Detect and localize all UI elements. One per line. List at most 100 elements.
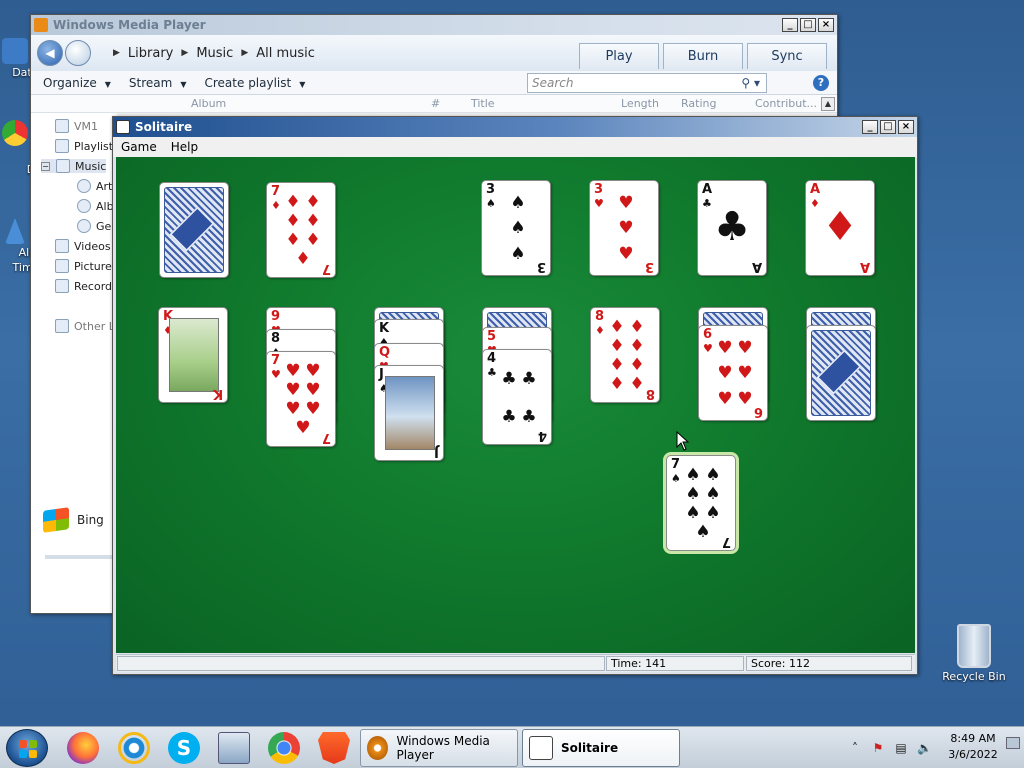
minimize-button[interactable]: _ [782,18,798,32]
taskbar-wmp[interactable]: Windows Media Player [360,729,518,767]
tableau-1-card[interactable]: K ♦ K [158,307,228,403]
waste-card[interactable]: 7 ♦ ♦ ♦ ♦ ♦ ♦ ♦ ♦ 7 [266,182,336,278]
horizontal-scrollbar[interactable] [45,555,115,559]
taskbar-solitaire[interactable]: Solitaire [522,729,680,767]
sidebar-item-other-libraries[interactable]: Other L [55,319,115,333]
action-center-icon[interactable]: ⚑ [871,741,885,755]
breadcrumb-all-music[interactable]: All music [256,46,315,61]
firefox-icon[interactable] [67,732,99,764]
card-rank: 5 [487,329,497,344]
desktop-icon-recycle-bin[interactable]: Recycle Bin [939,624,1009,683]
dragged-card[interactable]: 7 ♠ ♠ ♠ ♠ ♠ ♠ ♠ ♠ 7 [666,455,736,551]
internet-explorer-icon[interactable] [118,732,150,764]
help-icon[interactable]: ? [813,74,829,91]
sidebar-item-artist[interactable]: Arti [77,179,115,193]
tableau-7-facedown[interactable] [806,325,876,421]
foundation-4[interactable]: A ♦ ♦ A [805,180,875,276]
tab-sync[interactable]: Sync [747,43,827,69]
card-rank: 4 [487,351,497,366]
foundation-3[interactable]: A ♣ ♣ A [697,180,767,276]
breadcrumb: ▶ Library ▶ Music ▶ All music [105,46,315,61]
artist-icon [77,179,91,193]
menu-help[interactable]: Help [171,140,198,154]
menu-game[interactable]: Game [121,140,157,154]
card-pips: ♥ ♥ ♥ ♥ ♥ ♥ [717,338,753,409]
solitaire-title: Solitaire [135,120,193,134]
sidebar-item-pictures[interactable]: Pictures [55,259,118,273]
tableau-2-card-3[interactable]: 7 ♥ ♥ ♥ ♥ ♥ ♥ ♥ ♥ 7 [266,351,336,447]
card-rank: 6 [753,404,763,419]
game-table[interactable]: 7 ♦ ♦ ♦ ♦ ♦ ♦ ♦ ♦ 7 3 ♠ ♠ ♠ ♠ 3 3 ♥ ♥ ♥ ♥ 3 A ♣ ♣ … [116,157,915,653]
solitaire-titlebar[interactable]: Solitaire _ □ × [113,117,917,137]
dropdown-arrow-icon: ▼ [180,79,187,89]
column-rating[interactable]: Rating [681,97,716,110]
card-suit: ♠ [671,472,681,485]
stream-menu[interactable]: Stream ▼ [129,76,187,90]
start-button[interactable] [6,729,48,767]
foundation-2[interactable]: 3 ♥ ♥ ♥ ♥ 3 [589,180,659,276]
tableau-5-card[interactable]: 8 ♦ ♦ ♦ ♦ ♦ ♦ ♦ ♦ ♦ 8 [590,307,660,403]
card-rank: 3 [536,259,546,274]
clock[interactable]: 8:49 AM 3/6/2022 [940,731,1006,763]
forward-button[interactable] [65,40,91,66]
sidebar-item-vm1[interactable]: VM1 [55,119,98,133]
search-icon[interactable]: ⚲ ▾ [741,74,760,92]
card-rank: 7 [271,353,281,368]
tab-burn[interactable]: Burn [663,43,743,69]
card-rank: J [379,367,384,382]
maximize-button[interactable]: □ [880,120,896,134]
card-rank: A [810,182,821,197]
breadcrumb-music[interactable]: Music [196,46,233,61]
bing-link[interactable]: Bing [43,507,104,533]
maximize-button[interactable]: □ [800,18,816,32]
sidebar-item-recorded-tv[interactable]: Recorde [55,279,119,293]
dropdown-arrow-icon: ▼ [299,79,306,89]
sidebar-label: Music [75,159,107,173]
chrome-icon[interactable] [268,732,300,764]
volume-icon[interactable]: 🔈 [917,741,932,755]
clock-date: 3/6/2022 [948,748,998,761]
close-button[interactable]: × [898,120,914,134]
card-center-pip: ♣ [714,204,750,250]
tab-play[interactable]: Play [579,43,659,69]
solitaire-window[interactable]: Solitaire _ □ × Game Help 7 ♦ ♦ ♦ ♦ ♦ ♦ ♦ ♦ 7 … [112,116,918,675]
stock-pile[interactable] [159,182,229,278]
create-playlist-menu[interactable]: Create playlist ▼ [205,76,306,90]
column-track-number[interactable]: # [431,97,440,110]
card-rank: 9 [271,309,281,324]
network-icon[interactable]: ▤ [894,741,908,755]
card-rank: 3 [486,182,496,197]
tableau-4-card-2[interactable]: 4 ♣ ♣ ♣ ♣ ♣ 4 [482,349,552,445]
chrome-shortcut-icon [2,120,28,146]
close-button[interactable]: × [818,18,834,32]
collapse-icon[interactable]: − [41,161,50,171]
card-rank: 8 [271,331,281,346]
skype-icon[interactable]: S [168,732,200,764]
column-length[interactable]: Length [621,97,659,110]
show-hidden-icons-icon[interactable]: ˄ [848,741,862,755]
foundation-1[interactable]: 3 ♠ ♠ ♠ ♠ 3 [481,180,551,276]
brave-icon[interactable] [318,732,350,764]
minimize-button[interactable]: _ [862,120,878,134]
sidebar-item-music[interactable]: − Music [41,159,107,173]
search-placeholder: Search [532,76,574,90]
search-input[interactable]: Search ⚲ ▾ [527,73,767,93]
column-contributing-artist[interactable]: Contribut... [755,97,817,110]
tableau-6-card[interactable]: 6 ♥ ♥ ♥ ♥ ♥ ♥ ♥ 6 [698,325,768,421]
back-button[interactable]: ◀ [37,40,63,66]
scroll-up-arrow-icon[interactable]: ▲ [821,96,835,111]
network-computer-icon[interactable] [218,732,250,764]
sidebar-item-playlists[interactable]: Playlists [55,139,119,153]
show-desktop-button[interactable] [1006,737,1020,749]
organize-menu[interactable]: Organize ▼ [43,76,111,90]
sidebar-item-videos[interactable]: Videos [55,239,111,253]
column-album[interactable]: Album [191,97,226,110]
column-title[interactable]: Title [471,97,495,110]
breadcrumb-library[interactable]: Library [128,46,173,61]
status-blank [117,656,605,671]
picture-icon [55,259,69,273]
solitaire-app-icon [116,120,130,134]
wmp-app-icon [367,736,389,760]
tableau-3-card-3[interactable]: J ♠ J [374,365,444,461]
wmp-titlebar[interactable]: Windows Media Player _ □ × [31,15,837,35]
